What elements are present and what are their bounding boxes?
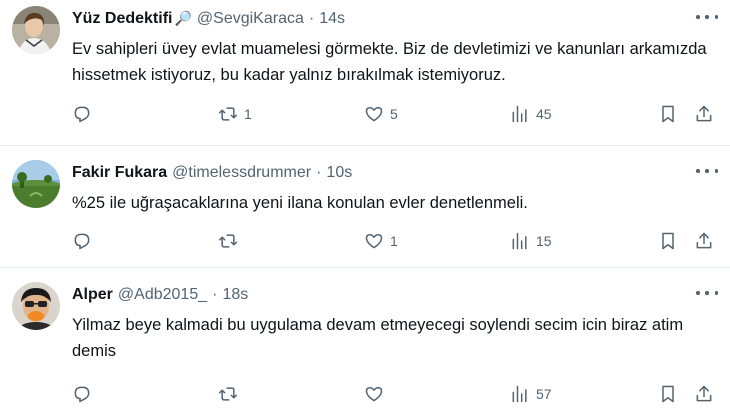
views-button[interactable]: 57 [510,384,552,404]
view-count: 45 [536,106,552,122]
bookmark-button[interactable] [658,231,678,251]
tweet-text: %25 ile uğraşacaklarına yeni ilana konul… [72,194,528,212]
author-handle[interactable]: @SevgiKaraca [197,10,304,28]
reply-button[interactable] [72,384,98,404]
timestamp[interactable]: 14s [319,10,345,28]
retweet-count: 1 [244,106,252,122]
bookmark-icon [662,105,674,123]
share-icon [696,385,712,402]
retweet-button[interactable]: 1 [218,104,252,124]
like-count: 1 [390,233,398,249]
avatar[interactable] [12,160,60,208]
view-count: 15 [536,233,552,249]
avatar[interactable] [12,6,60,54]
share-button[interactable] [694,104,714,124]
separator-dot: · [212,286,218,303]
tweet[interactable]: Yüz Dedektifi 🔎 @SevgiKaraca · 14s Ev sah… [0,0,730,146]
reply-button[interactable] [72,104,98,124]
more-icon[interactable] [696,8,718,26]
tweet[interactable]: Alper @Adb2015_ · 18s Yilmaz beye kalmad… [0,268,730,420]
tweet-actions: 1 15 [72,229,714,253]
tweet-actions: 57 [72,382,714,406]
heart-icon [365,234,383,249]
tweet-header: Yüz Dedektifi 🔎 @SevgiKaraca · 14s [72,8,714,30]
reply-icon [74,233,90,250]
more-icon[interactable] [696,284,718,302]
retweet-icon [218,107,238,121]
tweet-content: Yüz Dedektifi 🔎 @SevgiKaraca · 14s Ev sah… [72,8,714,88]
reply-button[interactable] [72,231,98,251]
tweet-header: Fakir Fukara @timelessdrummer · 10s [72,162,714,184]
tweet-content: Alper @Adb2015_ · 18s Yilmaz beye kalmad… [72,284,714,364]
retweet-button[interactable] [218,384,244,404]
author-handle[interactable]: @timelessdrummer [172,164,311,182]
bookmark-button[interactable] [658,384,678,404]
retweet-icon [218,234,238,248]
like-button[interactable] [364,384,390,404]
analytics-icon [512,385,527,403]
timestamp[interactable]: 18s [222,286,248,304]
share-button[interactable] [694,231,714,251]
share-icon [696,105,712,122]
bookmark-icon [662,385,674,403]
magnifier-emoji: 🔎 [174,10,192,26]
analytics-icon [512,232,527,250]
like-count: 5 [390,106,398,122]
author-name[interactable]: Yüz Dedektifi 🔎 [72,10,192,28]
heart-icon [365,107,383,122]
separator-dot: · [316,164,322,181]
separator-dot: · [308,10,315,27]
tweet-header: Alper @Adb2015_ · 18s [72,284,714,306]
tweet-feed: Yüz Dedektifi 🔎 @SevgiKaraca · 14s Ev sah… [0,0,730,420]
author-name[interactable]: Alper [72,286,113,304]
view-count: 57 [536,386,552,402]
views-button[interactable]: 15 [510,231,552,251]
tweet-content: Fakir Fukara @timelessdrummer · 10s %25 … [72,162,714,216]
more-icon[interactable] [696,162,718,180]
reply-icon [74,386,90,403]
tweet[interactable]: Fakir Fukara @timelessdrummer · 10s %25 … [0,146,730,268]
avatar[interactable] [12,282,60,330]
heart-icon [365,387,383,402]
analytics-icon [512,105,527,123]
author-name[interactable]: Fakir Fukara [72,164,167,182]
tweet-actions: 1 5 45 [72,102,714,126]
timestamp[interactable]: 10s [326,164,352,182]
tweet-text: Yilmaz beye kalmadi bu uygulama devam et… [72,316,684,360]
views-button[interactable]: 45 [510,104,552,124]
retweet-button[interactable] [218,231,244,251]
retweet-icon [218,387,238,401]
tweet-text: Ev sahipleri üvey evlat muamelesi görmek… [72,40,707,84]
bookmark-icon [662,232,674,250]
reply-icon [74,106,90,123]
share-button[interactable] [694,384,714,404]
author-handle[interactable]: @Adb2015_ [118,286,207,304]
bookmark-button[interactable] [658,104,678,124]
like-button[interactable]: 1 [364,231,398,251]
share-icon [696,232,712,249]
like-button[interactable]: 5 [364,104,398,124]
